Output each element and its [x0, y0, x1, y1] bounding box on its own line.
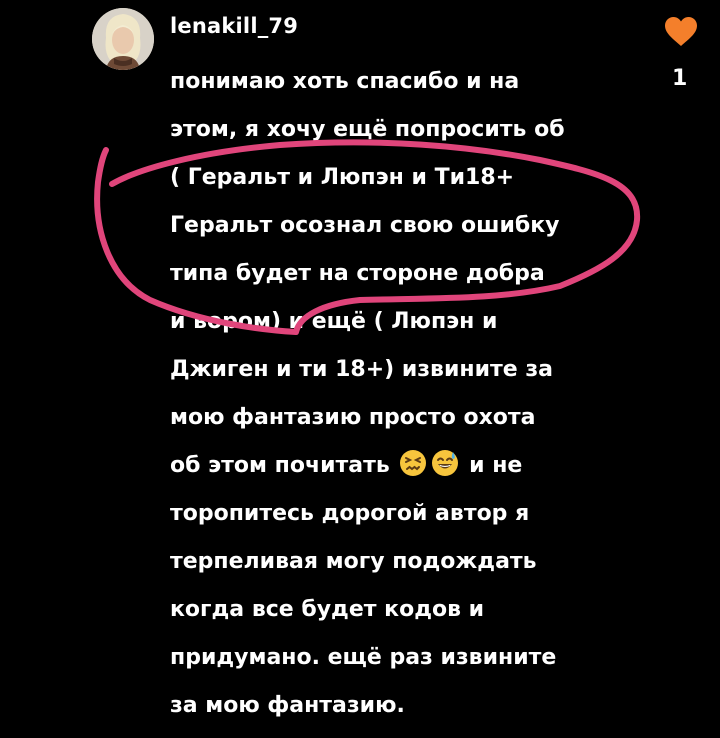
- like-button[interactable]: [664, 16, 698, 48]
- comment-line: понимаю хоть спасибо и на: [170, 69, 520, 94]
- like-count: 1: [672, 66, 688, 91]
- heart-icon: [665, 17, 697, 46]
- comment-line: этом, я хочу ещё попросить об: [170, 117, 565, 142]
- comment-line: за мою фантазию.: [170, 693, 405, 718]
- comment-line: торопитесь дорогой автор я: [170, 501, 530, 526]
- comment-line: мою фантазию просто охота: [170, 405, 536, 430]
- comment-line: придумано. ещё раз извините: [170, 645, 557, 670]
- comment-text: понимаю хоть спасибо и на этом, я хочу е…: [170, 58, 640, 730]
- comment-line: типа будет на стороне добра: [170, 261, 545, 286]
- comment-fragment: и не: [469, 453, 523, 478]
- avatar[interactable]: [92, 8, 154, 70]
- avatar-image: [92, 8, 154, 70]
- comment-line-with-emoji: об этом почитать и не: [170, 442, 640, 490]
- comment-line: терпеливая могу подождать: [170, 549, 537, 574]
- comment-line: Геральт осознал свою ошибку: [170, 213, 560, 238]
- username[interactable]: lenakill_79: [170, 14, 298, 38]
- comment-line: и вором) и ещё ( Люпэн и: [170, 309, 498, 334]
- grinning-sweat-face-emoji: [431, 447, 459, 476]
- comment-line: когда все будет кодов и: [170, 597, 485, 622]
- comment-line: Джиген и ти 18+) извините за: [170, 357, 553, 382]
- comment-fragment: об этом почитать: [170, 453, 390, 478]
- confounded-face-emoji: [399, 447, 427, 476]
- comment-line: ( Геральт и Люпэн и Ти18+: [170, 165, 515, 190]
